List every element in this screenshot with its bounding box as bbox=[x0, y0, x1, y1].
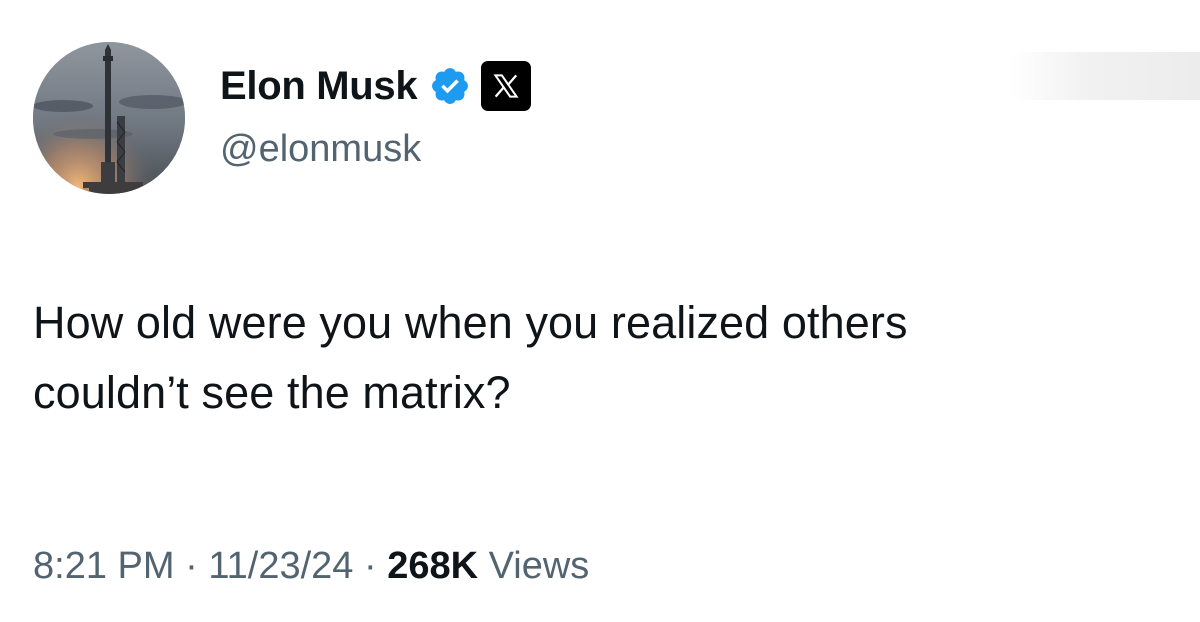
tweet-date[interactable]: 11/23/24 bbox=[208, 545, 353, 587]
avatar[interactable] bbox=[33, 42, 185, 194]
tweet-text: How old were you when you realized other… bbox=[33, 288, 1183, 428]
views-label: Views bbox=[488, 545, 590, 587]
meta-separator: · bbox=[363, 545, 377, 587]
rocket-launch-avatar-icon bbox=[33, 42, 185, 194]
name-row: Elon Musk bbox=[220, 56, 532, 116]
tweet-time[interactable]: 8:21 PM bbox=[33, 545, 175, 587]
handle[interactable]: @elonmusk bbox=[220, 124, 421, 174]
views-count[interactable]: 268K bbox=[387, 545, 478, 587]
verified-badge-icon[interactable] bbox=[429, 65, 471, 107]
tweet-text-line: couldn’t see the matrix? bbox=[33, 367, 511, 418]
tweet-text-line: How old were you when you realized other… bbox=[33, 297, 908, 348]
display-name[interactable]: Elon Musk bbox=[220, 56, 418, 116]
x-logo-icon[interactable] bbox=[481, 61, 532, 111]
tweet-meta: 8:21 PM · 11/23/24 · 268K Views bbox=[33, 538, 589, 594]
meta-separator: · bbox=[185, 545, 198, 587]
corner-smudge bbox=[1010, 52, 1200, 100]
tweet-card: Elon Musk @elonmusk How old were you whe… bbox=[0, 0, 1200, 622]
author-block: Elon Musk bbox=[220, 56, 532, 126]
